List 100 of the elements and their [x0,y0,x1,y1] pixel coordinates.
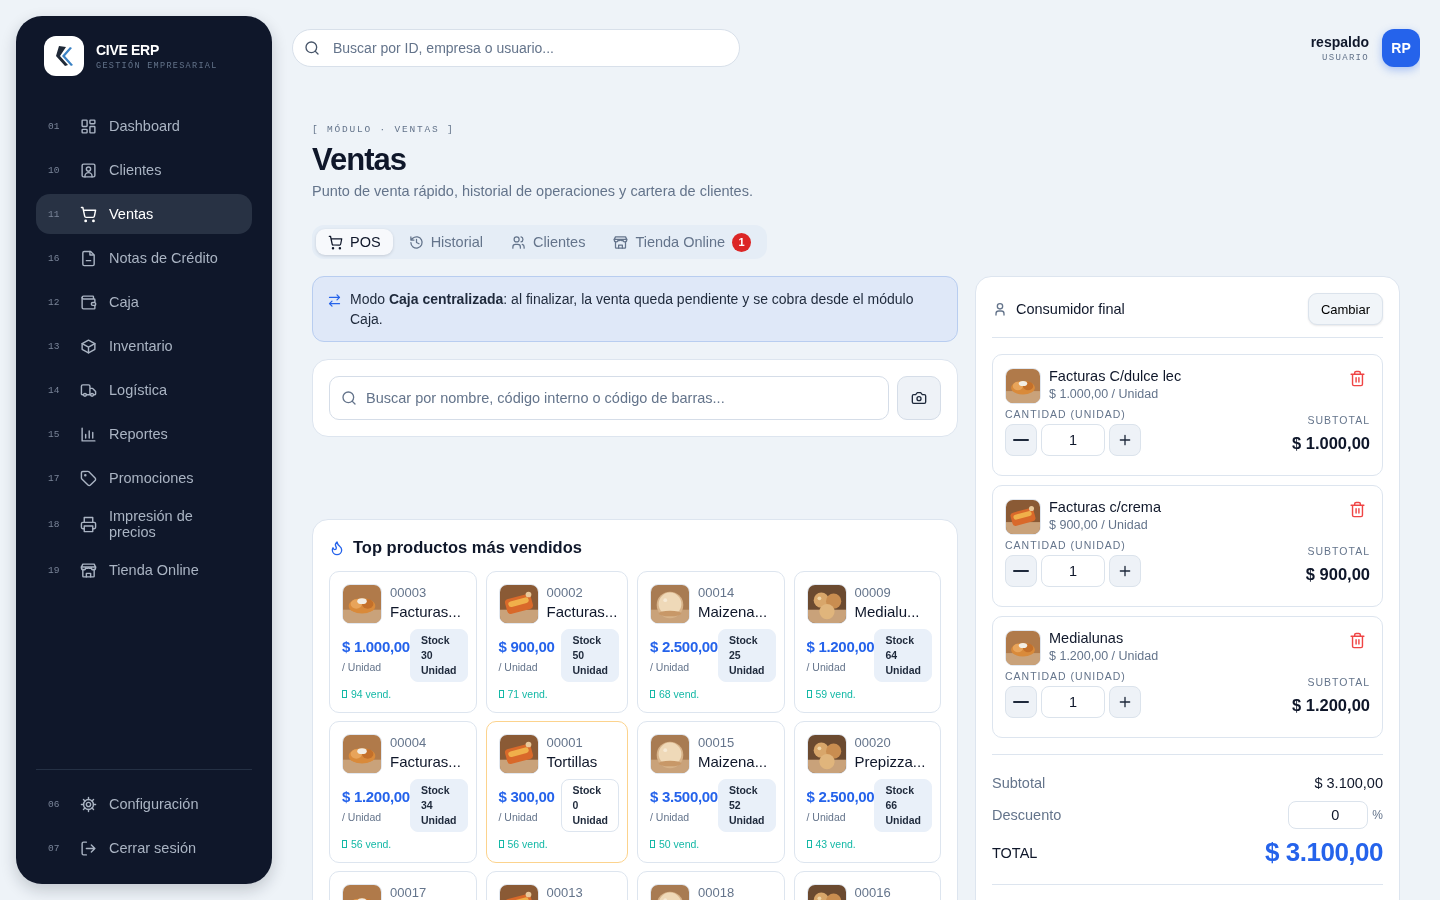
total-value: $ 3.100,00 [1265,837,1383,868]
product-price: $ 1.000,00 [342,638,410,655]
plus-icon [1117,432,1133,448]
logo-icon [44,36,84,76]
units-sold: 94 vend. [351,688,392,700]
quantity-field[interactable]: 1 [1041,424,1105,456]
product-code: 00001 [546,735,584,750]
info-text: Modo Caja centralizada: al finalizar, la venta queda pendiente y se cobra desde el módulo Caja. [350,290,915,329]
sidebar-item[interactable]: 19 Tienda Online [36,550,252,590]
quantity-field[interactable]: 1 [1041,555,1105,587]
customer-name: Consumidor final [1016,301,1126,317]
cart-icon [328,234,343,250]
camera-button[interactable] [897,376,941,420]
document-icon [80,249,97,267]
search-field[interactable]: Buscar por ID, empresa o usuario... [292,29,740,67]
user-icon [992,301,1008,317]
trash-icon [1349,370,1366,387]
subtotal-label: SUBTOTAL [1306,545,1370,557]
quantity-label: CANTIDAD (UNIDAD) [1005,539,1127,551]
sidebar-item[interactable]: 15 Reportes [36,414,252,454]
units-sold: 56 vend. [507,838,548,850]
subtotal-label: SUBTOTAL [1306,414,1370,426]
user-avatar[interactable]: RP [1382,29,1420,67]
tab[interactable]: Historial [396,229,495,255]
item-number: 18 [48,518,61,530]
increase-button[interactable] [1109,686,1141,718]
wallet-icon [80,293,97,311]
swap-arrows-icon [327,293,342,308]
sidebar-item[interactable]: 06 Configuración [36,784,252,824]
increase-button[interactable] [1109,555,1141,587]
item-number: 10 [48,164,61,176]
sidebar-item[interactable]: 13 Inventario [36,326,252,366]
product-name: Tortillas [546,753,598,770]
product-card[interactable]: 00001 Tortillas $ 300,00 / Unidad Stock 0 Unidad 56 vend. [485,721,628,863]
tab[interactable]: Tienda Online 1 [601,229,764,255]
product-card[interactable]: 00015 Maizena... $ 3.500,00 / Unidad Stock 52 Unidad 50 vend. [637,721,785,863]
tab[interactable]: POS [316,229,393,255]
decrease-button[interactable] [1005,555,1037,587]
page-subtitle: Punto de venta rápido, historial de operaciones y cartera de clientes. [312,183,754,199]
sidebar-item[interactable]: 14 Logística [36,370,252,410]
cart-icon [80,205,97,223]
minus-icon [1013,569,1029,573]
price-unit: / Unidad [342,661,383,673]
store-icon [80,561,97,579]
sidebar-item[interactable]: 01 Dashboard [36,106,252,146]
product-code: 00017 [390,885,427,900]
product-name: Prepizza... [854,753,926,770]
product-card[interactable]: 00009 Medialu... $ 1.200,00 / Unidad Stock 64 Unidad 59 vend. [793,571,941,713]
product-code: 00018 [698,885,735,900]
missing-glyph-icon [806,690,812,698]
user-role: USUARIO [1321,52,1369,63]
item-number: 19 [48,564,61,576]
sidebar-item[interactable]: 18 Impresión de precios [36,502,252,546]
decrease-button[interactable] [1005,686,1037,718]
item-number: 11 [48,208,61,220]
product-name: Facturas... [390,753,461,770]
discount-field[interactable]: 0 [1288,801,1369,829]
product-name: Facturas... [390,603,461,620]
sidebar-item[interactable]: 17 Promociones [36,458,252,498]
quantity-field[interactable]: 1 [1041,686,1105,718]
product-name: Medialu... [854,603,920,620]
sidebar-item[interactable]: 10 Clientes [36,150,252,190]
item-number: 14 [48,384,61,396]
truck-icon [80,381,97,399]
product-price: $ 900,00 [498,638,555,655]
sidebar-item[interactable]: 16 Notas de Crédito [36,238,252,278]
total-label: TOTAL [992,844,1038,861]
product-code: 00003 [390,585,428,600]
subtotal-label: Subtotal [992,775,1046,791]
increase-button[interactable] [1109,424,1141,456]
decrease-button[interactable] [1005,424,1037,456]
product-card[interactable]: 00004 Facturas... $ 1.200,00 / Unidad Stock 34 Unidad 56 vend. [329,721,477,863]
tab[interactable]: Clientes [499,229,598,255]
product-card[interactable]: 00002 Facturas... $ 900,00 / Unidad Stock 50 Unidad 71 vend. [485,571,628,713]
change-button[interactable]: Cambiar [1307,293,1383,325]
units-sold: 59 vend. [815,688,856,700]
sidebar-item[interactable]: 12 Caja [36,282,252,322]
product-code: 00014 [698,585,736,600]
price-unit: / Unidad [806,811,847,823]
product-card[interactable]: 00020 Prepizza... $ 2.500,00 / Unidad Stock 66 Unidad 43 vend. [793,721,941,863]
product-card[interactable]: 00016 [793,871,941,900]
product-card[interactable]: 00013 [485,871,628,900]
product-card[interactable]: 00014 Maizena... $ 2.500,00 / Unidad Stock 25 Unidad 68 vend. [637,571,785,713]
product-search-field[interactable]: Buscar por nombre, código interno o código de barras... [329,376,889,420]
item-unit-price: $ 1.200,00 / Unidad [1049,649,1159,663]
sidebar-item[interactable]: 11 Ventas [36,194,252,234]
product-card[interactable]: 00003 Facturas... $ 1.000,00 / Unidad Stock 30 Unidad 94 vend. [329,571,477,713]
product-card[interactable]: 00018 [637,871,785,900]
users-icon [511,234,526,250]
item-subtotal: $ 900,00 [1305,565,1370,584]
plus-icon [1117,563,1133,579]
item-subtotal: $ 1.000,00 [1292,434,1370,453]
sidebar-item[interactable]: 07 Cerrar sesión [36,828,252,868]
item-number: 06 [48,798,61,810]
units-sold: 50 vend. [659,838,700,850]
page-title: Ventas [312,141,407,179]
stock-badge: Stock 34 Unidad [409,779,468,832]
product-card[interactable]: 00017 [329,871,477,900]
quantity-label: CANTIDAD (UNIDAD) [1005,408,1127,420]
trash-icon [1349,501,1366,518]
